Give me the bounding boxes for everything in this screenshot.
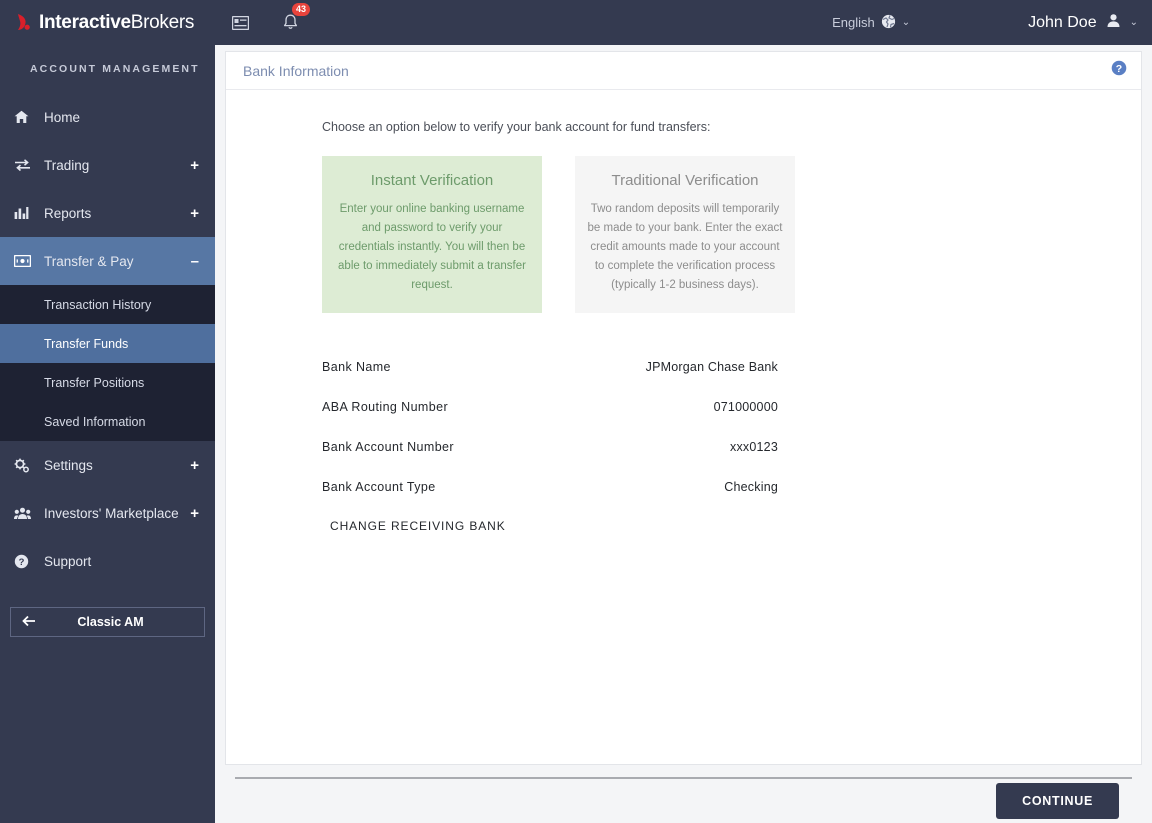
- sidebar-item-label-settings: Settings: [44, 457, 93, 473]
- globe-icon: [881, 14, 896, 32]
- sidebar-expander-settings: +: [190, 456, 199, 474]
- home-icon: [14, 110, 40, 124]
- language-label: English: [832, 15, 875, 30]
- bank-information-panel: Bank Information ? Choose an option belo…: [225, 51, 1142, 765]
- sidebar-item-label-home: Home: [44, 109, 81, 125]
- exchange-arrows-icon: [14, 158, 40, 172]
- user-menu[interactable]: John Doe ⌄: [1028, 13, 1138, 33]
- sidebar: ACCOUNT MANAGEMENT Home Trading + Report…: [0, 45, 215, 823]
- svg-text:?: ?: [19, 557, 25, 568]
- language-selector[interactable]: English ⌄: [832, 14, 910, 32]
- app-body: ACCOUNT MANAGEMENT Home Trading + Report…: [0, 45, 1152, 823]
- sidebar-item-label-reports: Reports: [44, 205, 92, 221]
- sidebar-item-label-trading: Trading: [44, 157, 90, 173]
- bar-chart-icon: [14, 206, 40, 220]
- sidebar-item-support[interactable]: ? Support: [0, 537, 215, 585]
- footer-actions: CONTINUE: [235, 779, 1132, 823]
- sidebar-expander-investors-marketplace: +: [190, 504, 199, 522]
- notification-badge: 43: [292, 3, 311, 16]
- user-avatar-icon: [1106, 13, 1121, 33]
- chevron-down-icon: ⌄: [901, 17, 911, 28]
- detail-row-bank-account-type: Bank Account Type Checking: [322, 467, 778, 507]
- sidebar-item-label-investors-marketplace: Investors' Marketplace: [44, 505, 179, 521]
- footer-bar: CONTINUE: [225, 765, 1142, 823]
- detail-label-aba-routing-number: ABA Routing Number: [322, 400, 449, 414]
- detail-value-bank-account-number: xxx0123: [730, 440, 778, 454]
- detail-row-bank-account-number: Bank Account Number xxx0123: [322, 427, 778, 467]
- classic-am-button[interactable]: Classic AM: [10, 607, 205, 637]
- page-title: Bank Information: [243, 62, 349, 79]
- account-management-app: InteractiveBrokers 43 English ⌄ John Doe…: [0, 0, 1152, 823]
- brand-logo[interactable]: InteractiveBrokers: [0, 0, 215, 45]
- sidebar-section-title: ACCOUNT MANAGEMENT: [30, 63, 200, 75]
- user-name-label: John Doe: [1028, 13, 1097, 31]
- question-circle-icon: ?: [14, 554, 40, 569]
- traditional-verification-title: Traditional Verification: [611, 172, 759, 189]
- brand-name-bold: Interactive: [39, 11, 131, 33]
- help-circle-icon[interactable]: ?: [1111, 60, 1127, 81]
- sidebar-expander-trading: +: [190, 156, 199, 174]
- sidebar-subitem-saved-information[interactable]: Saved Information: [0, 402, 215, 441]
- intro-text: Choose an option below to verify your ba…: [322, 120, 711, 134]
- traditional-verification-text: Two random deposits will temporarily be …: [587, 203, 783, 291]
- instant-verification-title: Instant Verification: [370, 172, 494, 189]
- detail-label-bank-account-number: Bank Account Number: [322, 440, 454, 454]
- sidebar-expander-transfer-and-pay: –: [190, 252, 199, 270]
- sidebar-item-home[interactable]: Home: [0, 93, 215, 141]
- sidebar-submenu-transfer-and-pay: Transaction History Transfer Funds Trans…: [0, 285, 215, 441]
- arrow-left-icon: [11, 615, 47, 630]
- change-receiving-bank-button[interactable]: CHANGE RECEIVING BANK: [330, 519, 506, 533]
- gears-icon: [14, 458, 40, 473]
- traditional-verification-card[interactable]: Traditional Verification Two random depo…: [575, 156, 795, 313]
- top-bar-right: English ⌄ John Doe ⌄: [832, 13, 1152, 33]
- instant-verification-card[interactable]: Instant Verification Enter your online b…: [322, 156, 542, 313]
- sidebar-item-label-support: Support: [44, 553, 92, 569]
- panel-body: Choose an option below to verify your ba…: [226, 90, 1141, 764]
- people-group-icon: [14, 507, 40, 520]
- list-view-icon[interactable]: [232, 15, 249, 30]
- chevron-down-icon-user: ⌄: [1129, 17, 1138, 28]
- sidebar-subitem-transfer-positions[interactable]: Transfer Positions: [0, 363, 215, 402]
- sidebar-item-settings[interactable]: Settings +: [0, 441, 215, 489]
- brand-name: InteractiveBrokers: [39, 12, 194, 34]
- sidebar-item-investors-marketplace[interactable]: Investors' Marketplace +: [0, 489, 215, 537]
- verification-options: Instant Verification Enter your online b…: [226, 134, 1141, 313]
- continue-button[interactable]: CONTINUE: [996, 783, 1119, 819]
- detail-value-aba-routing-number: 071000000: [713, 400, 778, 414]
- top-bar: InteractiveBrokers 43 English ⌄ John Doe…: [0, 0, 1152, 45]
- top-bar-icons: 43: [232, 3, 311, 31]
- detail-value-bank-account-type: Checking: [724, 480, 778, 494]
- detail-value-bank-name: JPMorgan Chase Bank: [645, 360, 778, 374]
- sidebar-subitem-transaction-history[interactable]: Transaction History: [0, 285, 215, 324]
- brand-name-light: Brokers: [130, 11, 195, 33]
- panel-header: Bank Information ?: [226, 52, 1141, 90]
- detail-label-bank-name: Bank Name: [322, 360, 391, 374]
- instant-verification-text: Enter your online banking username and p…: [338, 203, 526, 291]
- money-bill-icon: [14, 255, 40, 267]
- detail-row-bank-name: Bank Name JPMorgan Chase Bank: [322, 347, 778, 387]
- detail-row-aba-routing-number: ABA Routing Number 071000000: [322, 387, 778, 427]
- detail-label-bank-account-type: Bank Account Type: [322, 480, 436, 494]
- sidebar-item-label-transfer-and-pay: Transfer & Pay: [44, 253, 134, 269]
- classic-am-label: Classic AM: [77, 615, 144, 629]
- sidebar-item-transfer-and-pay[interactable]: Transfer & Pay –: [0, 237, 215, 285]
- main-content: Bank Information ? Choose an option belo…: [215, 45, 1152, 823]
- bank-details-list: Bank Name JPMorgan Chase Bank ABA Routin…: [226, 313, 1141, 535]
- sidebar-expander-reports: +: [190, 204, 199, 222]
- ibkr-flame-logo-icon: [14, 11, 34, 35]
- bell-icon[interactable]: 43: [283, 3, 311, 31]
- sidebar-subitem-transfer-funds[interactable]: Transfer Funds: [0, 324, 215, 363]
- sidebar-item-reports[interactable]: Reports +: [0, 189, 215, 237]
- svg-text:?: ?: [1116, 63, 1122, 75]
- sidebar-item-trading[interactable]: Trading +: [0, 141, 215, 189]
